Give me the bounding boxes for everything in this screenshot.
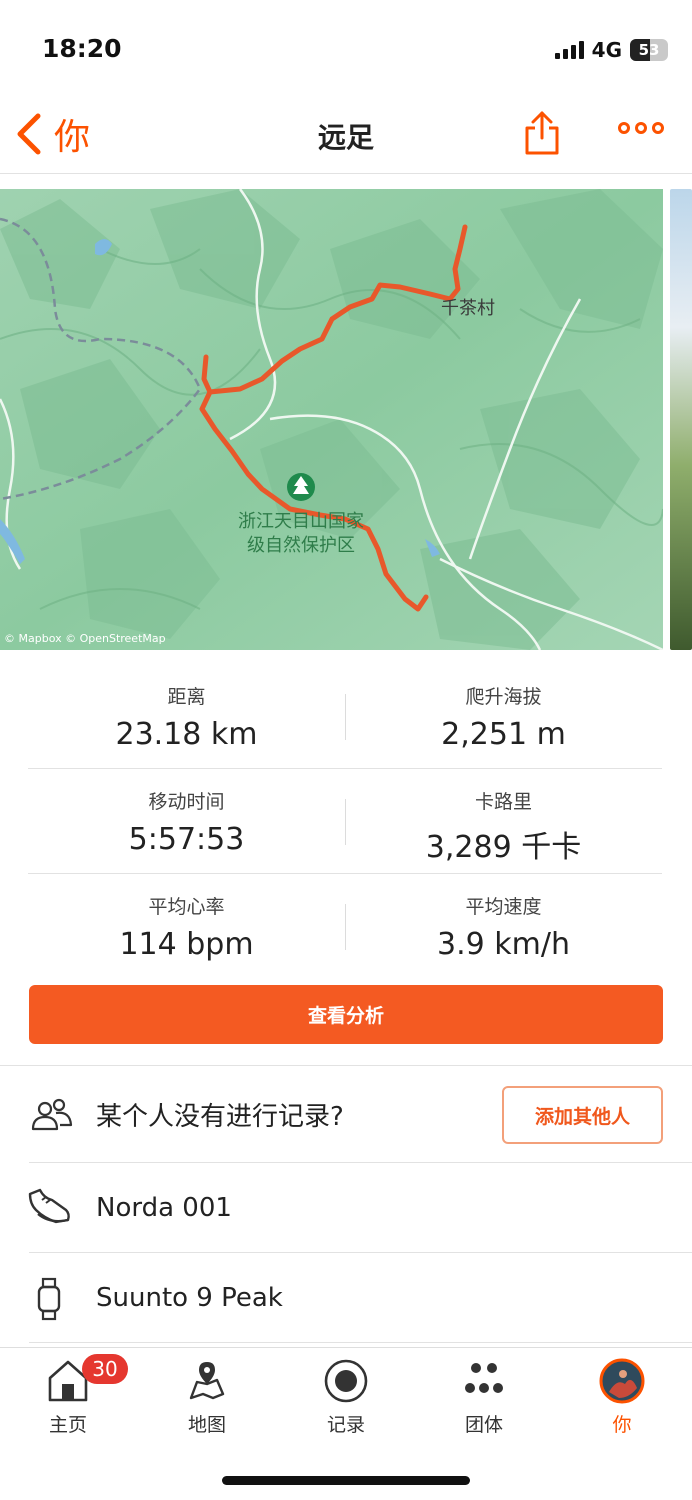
signal-icon	[554, 41, 584, 59]
stat-row: 移动时间 5:57:53 卡路里 3,289 千卡	[28, 769, 662, 874]
stat-label: 爬升海拔	[465, 686, 542, 708]
navigation-bar: 你 远足	[0, 100, 692, 174]
map-place-label: 千茶村	[441, 298, 495, 319]
page-title: 远足	[317, 121, 374, 154]
route-map[interactable]: 千茶村 浙江天目山国家 级自然保护区 © Mapbox © OpenStreet…	[0, 189, 663, 650]
people-icon	[31, 1098, 73, 1131]
tab-record-label: 记录	[326, 1414, 365, 1436]
stat-value: 3.9 km/h	[437, 927, 570, 962]
tab-maps-label: 地图	[187, 1414, 226, 1436]
stat-calories: 卡路里 3,289 千卡	[345, 769, 662, 873]
more-options-button[interactable]	[618, 122, 664, 134]
park-tree-icon	[287, 473, 315, 501]
gear-shoes-row[interactable]: Norda 001	[0, 1163, 692, 1252]
stat-value: 114 bpm	[119, 927, 254, 962]
stat-distance: 距离 23.18 km	[28, 664, 345, 768]
stat-label: 平均心率	[148, 896, 225, 918]
network-type: 4G	[591, 38, 622, 62]
map-attribution: © Mapbox © OpenStreetMap	[4, 632, 166, 645]
more-dot-icon	[618, 122, 630, 134]
more-dot-icon	[652, 122, 664, 134]
status-time: 18:20	[42, 34, 122, 63]
stat-moving-time: 移动时间 5:57:53	[28, 769, 345, 873]
stat-elevation: 爬升海拔 2,251 m	[345, 664, 662, 768]
add-others-button[interactable]: 添加其他人	[502, 1086, 663, 1144]
stats-grid: 距离 23.18 km 爬升海拔 2,251 m 移动时间 5:57:53 卡路…	[28, 664, 662, 979]
stat-row: 平均心率 114 bpm 平均速度 3.9 km/h	[28, 874, 662, 979]
tab-groups[interactable]: 团体	[434, 1348, 534, 1448]
tab-maps[interactable]: 地图	[157, 1348, 257, 1448]
stat-value: 2,251 m	[441, 717, 566, 752]
home-indicator	[222, 1476, 470, 1485]
battery-level: 53	[638, 41, 660, 59]
divider	[29, 1342, 692, 1343]
device-name: Suunto 9 Peak	[96, 1283, 283, 1313]
stat-row: 距离 23.18 km 爬升海拔 2,251 m	[28, 664, 662, 769]
map-canvas: 千茶村 浙江天目山国家 级自然保护区 © Mapbox © OpenStreet…	[0, 189, 663, 650]
shoe-name: Norda 001	[96, 1193, 232, 1223]
tab-home-label: 主页	[48, 1414, 87, 1436]
share-icon	[525, 111, 559, 155]
stat-label: 距离	[167, 686, 206, 708]
tab-record[interactable]: 记录	[296, 1348, 396, 1448]
divider	[345, 694, 346, 740]
gear-device-row[interactable]: Suunto 9 Peak	[0, 1253, 692, 1342]
photo-thumbnail[interactable]	[670, 189, 692, 650]
stat-value: 5:57:53	[128, 822, 245, 857]
share-button[interactable]	[522, 108, 562, 160]
groups-icon	[465, 1363, 503, 1393]
stat-avg-speed: 平均速度 3.9 km/h	[345, 874, 662, 979]
divider	[345, 799, 346, 845]
tab-groups-label: 团体	[464, 1414, 503, 1436]
stat-label: 卡路里	[474, 791, 532, 813]
map-icon	[189, 1362, 225, 1400]
stat-value: 3,289 千卡	[425, 830, 582, 865]
divider	[345, 904, 346, 950]
stat-label: 移动时间	[148, 791, 225, 813]
notification-badge: 30	[82, 1354, 128, 1384]
avatar	[599, 1358, 645, 1404]
map-poi-label-line2: 级自然保护区	[247, 535, 355, 556]
stat-value: 23.18 km	[115, 717, 258, 752]
stat-heart-rate: 平均心率 114 bpm	[28, 874, 345, 979]
tab-you[interactable]: 你	[572, 1348, 672, 1448]
map-poi-label-line1: 浙江天目山国家	[238, 511, 364, 532]
battery-icon: 53	[630, 39, 668, 61]
more-dot-icon	[635, 122, 647, 134]
status-indicators: 4G 53	[554, 38, 668, 62]
status-bar: 18:20 4G 53	[0, 0, 692, 100]
tab-you-label: 你	[612, 1414, 632, 1436]
record-icon	[324, 1359, 368, 1403]
watch-icon	[37, 1277, 61, 1321]
people-prompt: 某个人没有进行记录?	[96, 1102, 344, 1132]
view-analysis-button[interactable]: 查看分析	[29, 985, 663, 1044]
stat-label: 平均速度	[465, 896, 542, 918]
shoe-icon	[28, 1188, 70, 1224]
